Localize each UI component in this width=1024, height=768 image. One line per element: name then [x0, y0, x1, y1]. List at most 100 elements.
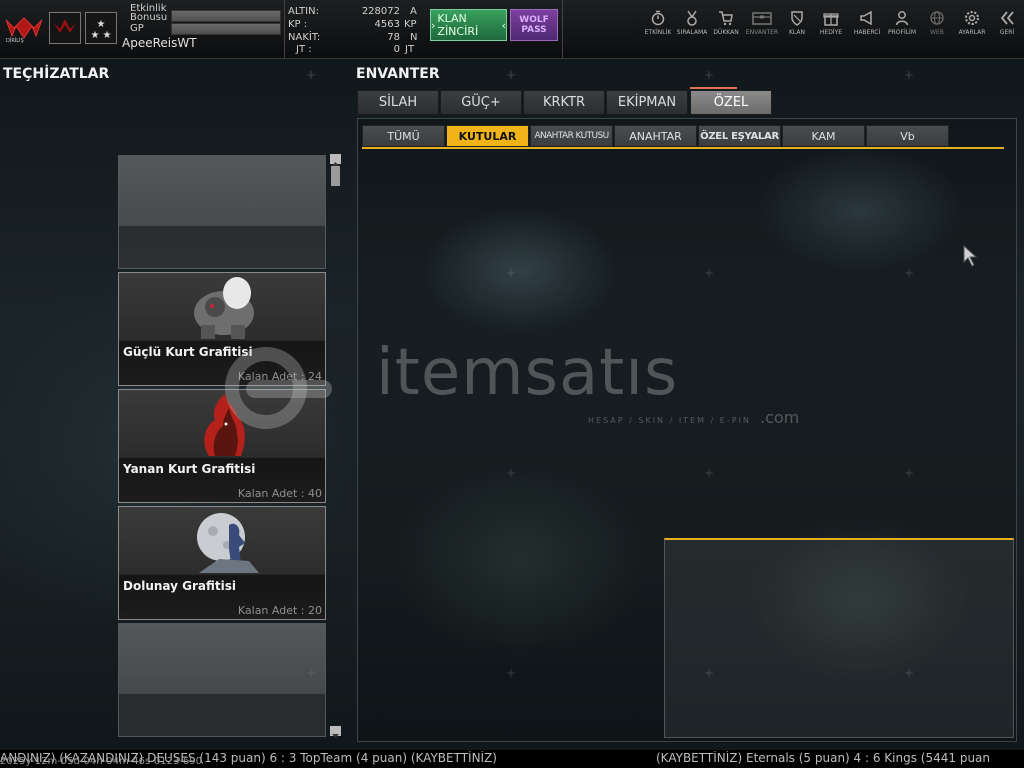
subtab-anahtar-kutusu[interactable]: ANAHTAR KUTUSU	[530, 125, 613, 147]
equipment-item-dolunay[interactable]: Dolunay Grafitisi Kalan Adet : 20	[118, 506, 326, 620]
active-tab-indicator	[690, 87, 737, 89]
klan-zinciri-label: KLAN ZİNCİRİ	[437, 12, 479, 38]
svg-text:★: ★	[97, 19, 106, 30]
nav-label: HEDİYE	[819, 29, 843, 36]
scroll-up-button[interactable]	[330, 154, 341, 166]
nav-label: ENVANTER	[745, 29, 779, 36]
tab-silah[interactable]: SİLAH	[357, 90, 439, 115]
currency-label-nakit: NAKİT:	[288, 32, 321, 43]
wolf-graffiti-icon	[194, 277, 254, 339]
currency-value-altin: 228072	[361, 6, 400, 17]
watermark-brand: itemsatıs	[376, 336, 679, 410]
topbar-divider	[562, 0, 563, 58]
topbar-divider	[284, 0, 285, 58]
game-logo: DİRİLİŞ	[4, 14, 44, 44]
watermark-domain: .com	[760, 408, 800, 427]
subtab-anahtar[interactable]: ANAHTAR	[614, 125, 697, 147]
currency-label-altin: ALTIN:	[288, 6, 319, 17]
nav-label: PROFİLİM	[887, 29, 917, 36]
subtab-kutular[interactable]: KUTULAR	[446, 125, 529, 147]
wolf-pass-label-1: WOLF	[519, 15, 549, 25]
inventory-title: ENVANTER	[356, 66, 440, 82]
ticker-text-right: (KAYBETTİNİZ) Eternals (5 puan) 4 : 6 Ki…	[656, 751, 991, 765]
currency-unit-kp: KP	[404, 19, 417, 30]
wolf-pass-button[interactable]: WOLF PASS	[510, 9, 558, 41]
subtab-ozel-esyalar[interactable]: ÖZEL EŞYALAR	[698, 125, 781, 147]
gear-icon	[965, 11, 979, 25]
currency-unit-nakit: N	[410, 32, 418, 43]
currency-value-jt: 0	[393, 44, 400, 55]
chevron-right-icon: ›	[431, 18, 436, 32]
logo-text: DİRİLİŞ	[6, 38, 24, 44]
equipment-slot-empty[interactable]	[118, 623, 326, 737]
nav-etkinlik[interactable]: ETKİNLİK	[641, 10, 675, 40]
nav-profilim[interactable]: PROFİLİM	[885, 10, 919, 40]
watermark-tagline: HESAP / SKIN / ITEM / E-PIN	[588, 416, 751, 425]
wolf-pass-label-2: PASS	[521, 25, 547, 35]
clan-emblem[interactable]	[49, 12, 81, 44]
nav-klan[interactable]: KLAN	[780, 10, 814, 40]
gp-label: GP	[130, 23, 144, 34]
decor-plus: +	[306, 68, 317, 82]
stopwatch-icon	[651, 10, 665, 26]
currency-label-kp: KP :	[288, 19, 308, 30]
event-bonus-bar	[171, 10, 281, 22]
profile-icon	[895, 11, 909, 26]
nav-label: AYARLAR	[958, 29, 986, 36]
nav-haberci[interactable]: HABERCİ	[850, 10, 884, 40]
tab-ekipman[interactable]: EKİPMAN	[606, 90, 688, 115]
nav-dukkan[interactable]: DÜKKAN	[709, 10, 743, 40]
full-moon-graffiti-icon	[197, 513, 259, 573]
nav-hediye[interactable]: HEDİYE	[814, 10, 848, 40]
subtab-tumu[interactable]: TÜMÜ	[362, 125, 445, 147]
equipment-item-count: Kalan Adet : 40	[237, 487, 322, 500]
decor-plus: +	[704, 68, 715, 82]
item-detail-panel	[664, 538, 1014, 738]
decor-plus: +	[904, 68, 915, 82]
nav-label: KLAN	[788, 29, 805, 36]
currency-value-nakit: 78	[387, 32, 400, 43]
currency-unit-jt: JT	[405, 44, 415, 55]
svg-text:★: ★	[103, 30, 112, 41]
medal-icon	[687, 10, 697, 26]
nav-label: WEB	[930, 29, 944, 36]
subtab-kam[interactable]: KAM	[782, 125, 865, 147]
nav-label: SIRALAMA	[676, 29, 708, 36]
klan-zinciri-button[interactable]: › KLAN ZİNCİRİ ‹	[430, 9, 507, 41]
svg-text:★: ★	[91, 30, 100, 41]
equipment-slot-empty[interactable]	[118, 155, 326, 269]
nav-label: ETKİNLİK	[644, 29, 672, 36]
gp-bar	[171, 23, 281, 35]
currency-value-kp: 4563	[374, 19, 400, 30]
timestamp-overlay: 2025y-12m-05d-04h-04m-46s-0123-690	[0, 756, 202, 767]
equipment-item-count: Kalan Adet : 20	[237, 604, 322, 617]
tab-guc[interactable]: GÜÇ+	[440, 90, 522, 115]
inventory-icon	[752, 12, 772, 25]
subtab-vb[interactable]: Vb	[866, 125, 949, 147]
rank-stars-icon: ★ ★ ★	[85, 12, 117, 44]
currency-unit-altin: A	[410, 6, 417, 17]
decor-plus: +	[506, 68, 517, 82]
username: ApeeReisWT	[122, 36, 197, 50]
nav-web[interactable]: WEB	[920, 10, 954, 40]
scrollbar-thumb[interactable]	[331, 166, 340, 186]
event-bonus-label-2: Bonusu	[130, 12, 168, 23]
currency-label-jt: JT :	[296, 44, 312, 55]
back-arrow-icon	[1000, 11, 1014, 25]
scroll-down-button[interactable]	[330, 726, 341, 738]
gift-icon	[823, 13, 839, 26]
nav-ayarlar[interactable]: AYARLAR	[955, 10, 989, 40]
nav-siralama[interactable]: SIRALAMA	[675, 10, 709, 40]
cart-icon	[719, 11, 733, 26]
tab-ozel[interactable]: ÖZEL	[690, 90, 772, 115]
nav-envanter[interactable]: ENVANTER	[745, 10, 779, 40]
equipment-item-name: Yanan Kurt Grafitisi	[123, 462, 256, 476]
megaphone-icon	[860, 10, 872, 26]
nav-label: DÜKKAN	[713, 29, 739, 36]
nav-geri[interactable]: GERİ	[990, 10, 1024, 40]
chevron-left-icon: ‹	[501, 18, 506, 32]
globe-icon	[930, 11, 944, 25]
shield-icon	[791, 11, 803, 26]
subtab-underline	[362, 147, 1004, 149]
tab-krktr[interactable]: KRKTR	[523, 90, 605, 115]
